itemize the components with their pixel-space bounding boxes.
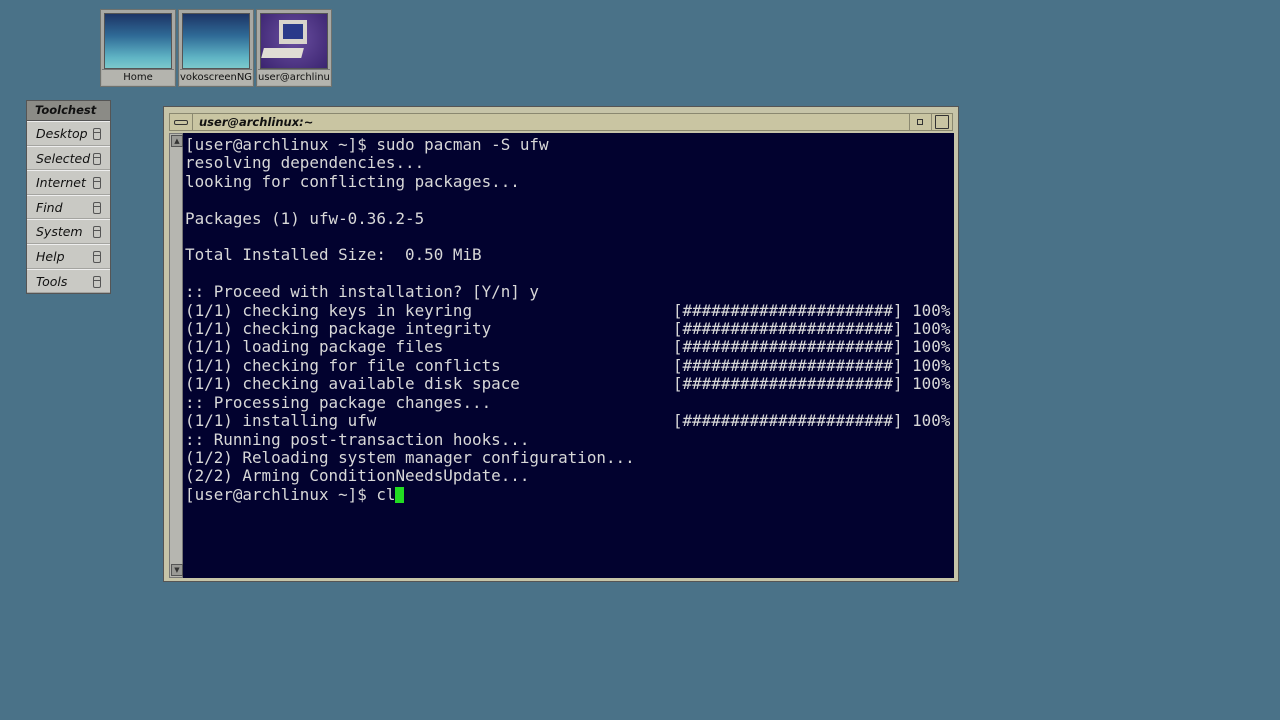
terminal-line: (1/1) checking package integrity [######… [185,319,951,339]
line-text: Packages (1) ufw-0.36.2-5 [185,208,425,228]
toolchest-item-internet[interactable]: Internet [27,170,110,195]
drawer-icon [93,226,101,239]
command-input[interactable]: [user@archlinux ~]$ cl [185,485,395,504]
toolchest-item-label: System [36,224,83,240]
drawer-icon [93,177,101,190]
line-text: (1/2) Reloading system manager configura… [185,447,635,467]
toolchest-item-label: Selected [36,150,91,166]
terminal-window: user@archlinux:~ ▲ ▼ [user@archlinux ~]$… [163,106,959,582]
scroll-up-arrow-icon[interactable]: ▲ [171,135,183,147]
line-text: :: Running post-transaction hooks... [185,429,530,449]
terminal-output[interactable]: [user@archlinux ~]$ sudo pacman -S ufw re… [183,133,954,578]
toolchest-item-tools[interactable]: Tools [27,268,110,294]
toolchest-item-label: Tools [36,273,68,289]
terminal-line: :: Running post-transaction hooks... [185,429,950,449]
line-text: looking for conflicting packages... [185,171,520,191]
toolchest-item-help[interactable]: Help [27,243,110,269]
terminal-line: Total Installed Size: 0.50 MiB [185,246,950,264]
line-text: [user@archlinux ~]$ sudo pacman -S ufw [185,135,549,154]
terminal-line: (1/1) loading package files [###########… [185,338,950,356]
terminal-line: Packages (1) ufw-0.36.2-5 [185,208,950,228]
maximize-button[interactable] [931,114,952,130]
progress-bar-text: [######################] 100% [672,411,951,431]
line-text: (1/1) checking available disk space [185,374,520,394]
drawer-icon [93,250,101,263]
toolchest: Toolchest Desktop Selected Internet Find Sys… [26,100,111,295]
line-text: (1/1) checking for file conflicts [185,355,501,375]
terminal-line: resolving dependencies... [185,154,950,172]
desktop-icon-terminal[interactable]: user@archlinux:~ [256,9,332,87]
terminal-line: (1/1) installing ufw [##################… [185,411,951,431]
cursor [395,486,405,503]
terminal-line: (1/1) checking keys in keyring [########… [185,300,951,320]
scroll-down-arrow-icon[interactable]: ▼ [171,564,183,576]
window-menu-button[interactable] [170,114,193,130]
terminal-line: ​ [185,228,950,246]
toolchest-item-system[interactable]: System [27,219,110,244]
progress-bar-text: [######################] 100% [672,355,951,375]
line-text: :: Processing package changes... [185,392,492,412]
line-text: (1/1) checking keys in keyring [185,300,473,320]
line-text: resolving dependencies... [185,153,425,173]
line-text: Total Installed Size: 0.50 MiB [185,245,482,265]
line-text: (1/1) installing ufw [185,411,377,431]
toolchest-title: Toolchest [27,101,110,121]
drawer-icon [93,201,101,214]
terminal-line: (1/1) checking for file conflicts [#####… [185,355,951,375]
drawer-icon [93,152,101,165]
terminal-line: (1/2) Reloading system manager configura… [185,447,950,467]
toolchest-item-label: Help [36,248,65,264]
computer-icon [260,13,328,69]
line-text: (1/1) checking package integrity [185,319,492,339]
line-text: (1/1) loading package files [185,337,444,357]
toolchest-item-selected[interactable]: Selected [27,145,110,171]
toolchest-item-label: Desktop [36,126,88,141]
desktop-icon-home[interactable]: Home [100,9,176,87]
terminal-line: [user@archlinux ~]$ sudo pacman -S ufw [185,135,950,154]
icon-label: Home [102,69,174,85]
icon-label: user@archlinux:~ [258,69,330,85]
drawer-icon [93,128,101,140]
folder-icon [104,13,172,69]
progress-bar-text: [######################] 100% [672,300,951,320]
toolchest-item-label: Internet [36,175,86,191]
terminal-line: :: Proceed with installation? [Y/n] y [185,283,950,301]
toolchest-item-find[interactable]: Find [27,194,110,220]
title-bar[interactable]: user@archlinux:~ [169,113,953,131]
drawer-icon [93,275,101,288]
progress-bar-text: [######################] 100% [672,319,951,339]
toolchest-item-desktop[interactable]: Desktop [27,121,110,146]
line-text: (2/2) Arming ConditionNeedsUpdate... [185,466,530,486]
minimize-button[interactable] [909,114,930,130]
terminal-line: (2/2) Arming ConditionNeedsUpdate... [185,467,950,485]
progress-bar-text: [######################] 100% [672,374,951,394]
terminal-line: ​ [185,265,950,283]
toolchest-item-label: Find [36,199,63,215]
folder-icon [182,13,250,69]
terminal-line: :: Processing package changes... [185,392,950,412]
line-text: :: Proceed with installation? [Y/n] y [185,282,539,302]
progress-bar-text: [######################] 100% [672,337,951,357]
prompt-line[interactable]: [user@archlinux ~]$ cl [185,485,950,504]
icon-label: vokoscreenNG [180,69,252,85]
terminal-line: (1/1) checking available disk space [###… [185,375,950,393]
terminal-line: ​ [185,191,950,209]
scrollbar[interactable]: ▲ ▼ [169,133,183,578]
terminal-line: looking for conflicting packages... [185,171,950,191]
desktop-icon-vokoscreenng[interactable]: vokoscreenNG [178,9,254,87]
window-title: user@archlinux:~ [199,115,314,129]
